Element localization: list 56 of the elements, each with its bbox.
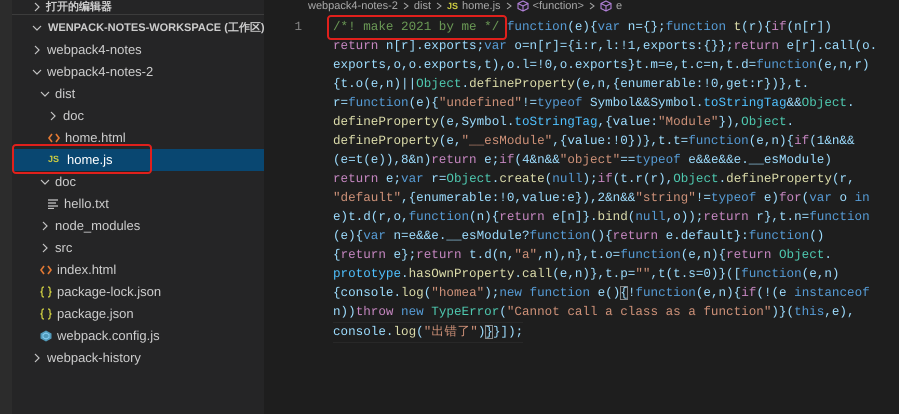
- curly-braces-icon: [40, 286, 52, 298]
- file-tree-item[interactable]: dist: [12, 83, 264, 105]
- file-tree-item[interactable]: package.json: [12, 303, 264, 325]
- code-line: e)t.d(r,o,function(n){return e[n]}.bind(null,o));return r},t.n=function: [333, 209, 870, 226]
- chevron-right-icon: [435, 2, 444, 10]
- code-line: return e;var r=Object.create(null);if(t.r(r),Object.defineProperty(r,: [333, 171, 855, 188]
- chevron-right-icon: [402, 2, 410, 10]
- section-header[interactable]: 打开的编辑器: [12, 0, 264, 14]
- code-line: defineProperty(e,"__esModule",{value:!0})},t.t=function(e,n){if(1&n&&: [333, 133, 855, 150]
- code-line: /*! make 2021 by me */ function(e){var n={};function t(r){if(n[r]): [333, 19, 832, 36]
- section-header[interactable]: WENPACK-NOTES-WORKSPACE (工作区): [12, 17, 264, 39]
- breadcrumb-item[interactable]: e: [616, 0, 622, 12]
- file-tree-item[interactable]: doc: [12, 105, 264, 127]
- file-tree-item[interactable]: webpack4-notes-2: [12, 61, 264, 83]
- js-file-icon: JS: [48, 153, 62, 167]
- code-line: {console.log("homea");new function e(){!function(e,n){if(!(e instanceof: [333, 285, 870, 302]
- file-tree-item[interactable]: package-lock.json: [12, 281, 264, 303]
- code-line: r=function(e){"undefined"!=typeof Symbol&&Symbol.toStringTag&&Object.: [333, 95, 855, 112]
- text-lines-icon: [48, 199, 59, 209]
- cube-icon: [600, 0, 612, 12]
- file-tree-item[interactable]: webpack4-notes: [12, 39, 264, 61]
- js-file-icon: JS: [447, 0, 458, 12]
- breadcrumb-item[interactable]: <function>: [532, 0, 584, 12]
- breadcrumb-item[interactable]: dist: [414, 0, 432, 12]
- cube-icon: [40, 330, 52, 342]
- chevron-right-icon: [504, 2, 513, 10]
- file-tree-item[interactable]: JS home.js: [12, 149, 264, 171]
- chevron-down-icon: [32, 23, 42, 33]
- curly-braces-icon: [40, 308, 52, 320]
- file-tree-item[interactable]: src: [12, 237, 264, 259]
- file-tree-item[interactable]: webpack-history: [12, 347, 264, 369]
- code-brackets-icon: [40, 265, 52, 275]
- file-tree-item[interactable]: home.html: [12, 127, 264, 149]
- chevron-right-icon: [588, 2, 596, 10]
- breadcrumb-item[interactable]: home.js: [462, 0, 501, 12]
- chevron-right-icon: [32, 2, 42, 12]
- code-line: console.log("出错了")}}]);: [333, 322, 524, 343]
- cube-icon: [516, 0, 529, 12]
- file-tree-item[interactable]: doc: [12, 171, 264, 193]
- file-tree-item[interactable]: node_modules: [12, 215, 264, 237]
- code-line: return n[r].exports;var o=n[r]={i:r,l:!1,exports:{}};return e[r].call(o.: [333, 38, 878, 55]
- code-line: {t.o(e,n)||Object.defineProperty(e,n,{enumerable:!0,get:r})},t.: [333, 76, 810, 93]
- code-line: defineProperty(e,Symbol.toStringTag,{value:"Module"}),Object.: [333, 114, 794, 131]
- file-tree-item[interactable]: index.html: [12, 259, 264, 281]
- code-line: {return e};return t.d(n,"a",n),n},t.o=function(e,n){return Object.: [333, 247, 832, 264]
- breadcrumb-item[interactable]: webpack4-notes-2: [308, 0, 398, 12]
- code-brackets-icon: [48, 133, 60, 143]
- code-line: (e){var n=e&&e.__esModule?function(){return e.default}:function(): [333, 228, 824, 245]
- code-line: n))throw new TypeError("Cannot call a class as a function")}(this,e),: [333, 304, 855, 321]
- file-tree-item[interactable]: hello.txt: [12, 193, 264, 215]
- line-number: 1: [294, 20, 302, 34]
- code-line: "default",{enumerable:!0,value:e}),2&n&&"string"!=typeof e)for(var o in: [333, 190, 870, 207]
- code-line: (e=t(e)),8&n)return e;if(4&n&&"object"==typeof e&&e&&e.__esModule): [333, 152, 832, 169]
- code-line: prototype.hasOwnProperty.call(e,n)},t.p="",t(t.s=0)}([function(e,n): [333, 266, 840, 283]
- code-line: exports,o,o.exports,t),o.l=!0,o.exports}t.m=e,t.c=n,t.d=function(e,n,r): [333, 57, 870, 74]
- file-tree-item[interactable]: webpack.config.js: [12, 325, 264, 347]
